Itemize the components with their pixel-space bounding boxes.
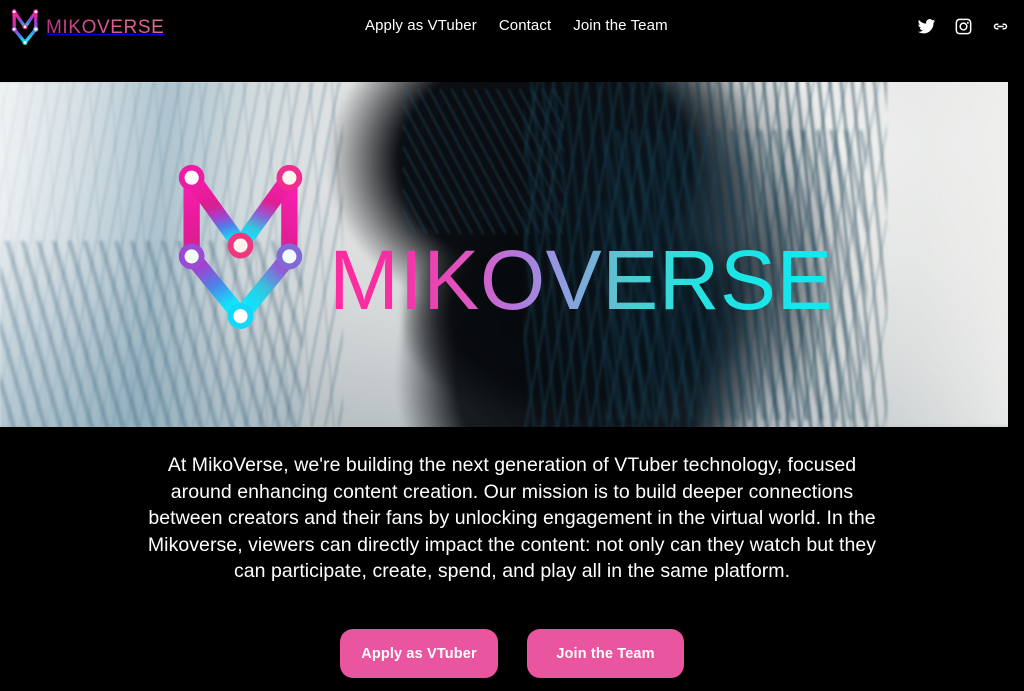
- main-navigation: Apply as VTuber Contact Join the Team: [365, 17, 668, 34]
- site-header: MIKOVERSE Apply as VTuber Contact Join t…: [0, 0, 1024, 56]
- twitter-link[interactable]: [917, 17, 936, 36]
- apply-as-vtuber-button[interactable]: Apply as VTuber: [340, 629, 498, 678]
- nav-link-apply-as-vtuber[interactable]: Apply as VTuber: [365, 17, 477, 34]
- link-icon: [993, 23, 1008, 30]
- brand-logo-link[interactable]: MIKOVERSE: [10, 4, 164, 52]
- instagram-link[interactable]: [954, 17, 973, 36]
- mikoverse-m-node-logo-icon: [168, 156, 313, 346]
- hero-banner: MIKOVERSE: [0, 82, 1008, 427]
- join-the-team-button[interactable]: Join the Team: [527, 629, 684, 678]
- social-links: [917, 17, 1010, 36]
- mission-text: At MikoVerse, we're building the next ge…: [147, 454, 877, 582]
- nav-link-join-the-team[interactable]: Join the Team: [573, 17, 667, 34]
- website-link[interactable]: [991, 17, 1010, 36]
- hero-wordmark: MIKOVERSE: [329, 233, 833, 327]
- mission-section: At MikoVerse, we're building the next ge…: [0, 452, 1024, 585]
- nav-link-contact[interactable]: Contact: [499, 17, 551, 34]
- brand-name: MIKOVERSE: [46, 17, 165, 38]
- mikoverse-m-node-logo-icon: [10, 6, 40, 50]
- twitter-icon: [917, 19, 936, 34]
- instagram-icon: [955, 18, 972, 35]
- cta-button-group: Apply as VTuber Join the Team: [0, 629, 1024, 678]
- page-root: MIKOVERSE Apply as VTuber Contact Join t…: [0, 0, 1024, 691]
- hero-logo-lockup: MIKOVERSE: [168, 156, 833, 346]
